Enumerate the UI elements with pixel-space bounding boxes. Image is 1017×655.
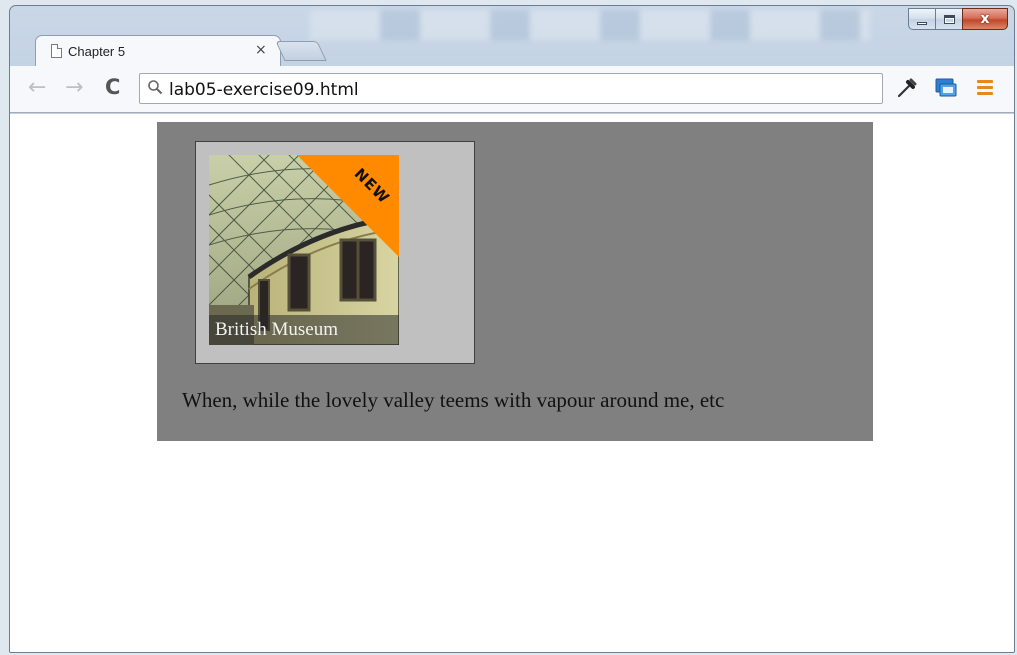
eyedropper-icon[interactable] xyxy=(895,77,917,99)
forward-arrow-icon[interactable]: → xyxy=(65,77,83,99)
screen-capture-icon[interactable] xyxy=(934,77,958,99)
body-paragraph: When, while the lovely valley teems with… xyxy=(182,388,725,412)
window-controls: x xyxy=(908,8,1008,30)
page-viewport: NEW British Museum When, while the lovel… xyxy=(10,114,1014,652)
address-text: lab05-exercise09.html xyxy=(169,80,359,100)
tab-title: Chapter 5 xyxy=(68,44,126,59)
image-caption: British Museum xyxy=(209,315,399,345)
back-arrow-icon[interactable]: ← xyxy=(28,77,46,99)
title-bar-background xyxy=(310,10,870,40)
browser-window: x Chapter 5 × ← → C lab05-exercise09.htm… xyxy=(9,5,1015,653)
maximize-button[interactable] xyxy=(935,8,962,30)
tab-chapter-5[interactable]: Chapter 5 × xyxy=(35,35,281,67)
search-icon xyxy=(148,80,163,95)
maximize-icon xyxy=(943,14,955,24)
new-tab-button[interactable] xyxy=(275,41,327,61)
close-icon: x xyxy=(980,11,990,27)
minimize-icon xyxy=(917,21,927,25)
content-container: NEW British Museum When, while the lovel… xyxy=(157,122,873,441)
close-window-button[interactable]: x xyxy=(962,8,1008,30)
reload-icon[interactable]: C xyxy=(105,76,120,98)
minimize-button[interactable] xyxy=(908,8,935,30)
figure: NEW British Museum xyxy=(195,141,475,364)
menu-icon[interactable] xyxy=(977,80,993,95)
address-bar[interactable]: lab05-exercise09.html xyxy=(139,73,883,104)
tab-close-icon[interactable]: × xyxy=(255,42,267,58)
page-icon xyxy=(51,44,62,58)
museum-image: NEW British Museum xyxy=(209,155,399,345)
browser-toolbar: ← → C lab05-exercise09.html xyxy=(10,66,1014,113)
